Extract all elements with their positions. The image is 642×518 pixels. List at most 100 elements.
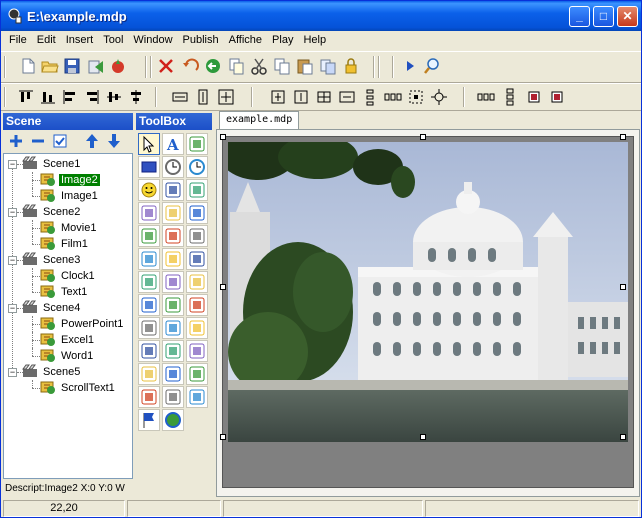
menu-play[interactable]: Play <box>267 31 298 46</box>
word-icon[interactable] <box>162 294 184 316</box>
tree-item-node[interactable]: Clock1 <box>40 268 97 284</box>
send-back-icon[interactable] <box>548 88 566 106</box>
align-right-icon[interactable] <box>83 88 101 106</box>
list-view-icon[interactable] <box>186 363 208 385</box>
align-top-icon[interactable] <box>17 88 35 106</box>
tree-scene-node[interactable]: Scene4 <box>22 300 82 316</box>
browser-icon[interactable] <box>162 248 184 270</box>
stage[interactable] <box>220 134 634 488</box>
spreadsheet-icon[interactable] <box>162 363 184 385</box>
tree-item-node[interactable]: Film1 <box>40 236 90 252</box>
resize-handle[interactable] <box>620 134 626 140</box>
menu-insert[interactable]: Insert <box>61 31 99 46</box>
title-bar[interactable]: E:\example.mdp _ □ ✕ <box>1 1 641 31</box>
rectangle-icon[interactable] <box>138 156 160 178</box>
db-grid-icon[interactable] <box>162 340 184 362</box>
tree-scene-node[interactable]: Scene1 <box>22 156 82 172</box>
picture-icon[interactable] <box>186 202 208 224</box>
clock-icon[interactable] <box>162 156 184 178</box>
arrow-right-icon[interactable] <box>162 386 184 408</box>
menu-publish[interactable]: Publish <box>178 31 224 46</box>
toolbar-grip[interactable] <box>4 87 6 107</box>
tree-item-node[interactable]: Word1 <box>40 348 95 364</box>
menu-window[interactable]: Window <box>128 31 177 46</box>
collapse-toggle[interactable]: − <box>8 304 17 313</box>
lock-icon[interactable] <box>342 57 360 75</box>
tree-item-node[interactable]: Movie1 <box>40 220 98 236</box>
html-icon[interactable] <box>138 248 160 270</box>
tab-example[interactable]: example.mdp <box>219 111 300 129</box>
center-icon[interactable] <box>430 88 448 106</box>
db-stack-icon[interactable] <box>138 340 160 362</box>
disc-icon[interactable] <box>162 271 184 293</box>
align-bottom-icon[interactable] <box>39 88 57 106</box>
resize-handle[interactable] <box>220 284 226 290</box>
smiley-icon[interactable] <box>138 179 160 201</box>
font-icon[interactable] <box>162 179 184 201</box>
db-table-icon[interactable] <box>186 317 208 339</box>
tree-item-node[interactable]: Image2 <box>40 172 100 188</box>
collapse-toggle[interactable]: − <box>8 160 17 169</box>
clipboard-icon[interactable] <box>319 57 337 75</box>
bring-forward-icon[interactable] <box>269 88 287 106</box>
grid-icon[interactable] <box>138 294 160 316</box>
flash-icon[interactable] <box>162 225 184 247</box>
align-center-h-icon[interactable] <box>127 88 145 106</box>
collapse-toggle[interactable]: − <box>8 368 17 377</box>
pointer-icon[interactable] <box>138 133 160 155</box>
paste-icon[interactable] <box>296 57 314 75</box>
menu-file[interactable]: File <box>4 31 32 46</box>
same-size-icon[interactable] <box>217 88 235 106</box>
tree-item-node[interactable]: ScrollText1 <box>40 380 117 396</box>
menu-edit[interactable]: Edit <box>32 31 61 46</box>
clipboard-icon[interactable] <box>138 386 160 408</box>
resize-handle[interactable] <box>420 134 426 140</box>
align-center-v-icon[interactable] <box>105 88 123 106</box>
add-icon[interactable] <box>7 132 25 150</box>
powerpoint-icon[interactable] <box>138 317 160 339</box>
scene-tree[interactable]: − Scene1 Image2 Image1 − Scene2 Movie1 Film1 − Sc… <box>3 153 133 479</box>
delete-icon[interactable] <box>157 57 175 75</box>
film-icon[interactable] <box>138 271 160 293</box>
image-icon[interactable] <box>186 133 208 155</box>
undo-icon[interactable] <box>181 57 199 75</box>
minimize-button[interactable]: _ <box>569 6 590 27</box>
paste-special-icon[interactable] <box>204 57 222 75</box>
distribute-v-icon[interactable] <box>501 88 519 106</box>
pencil-icon[interactable] <box>138 363 160 385</box>
tree-scene-node[interactable]: Scene2 <box>22 204 82 220</box>
tree-item-node[interactable]: Image1 <box>40 188 100 204</box>
table-icon[interactable] <box>186 179 208 201</box>
check-icon[interactable] <box>51 132 69 150</box>
fit-icon[interactable] <box>407 88 425 106</box>
shapes-icon[interactable] <box>138 225 160 247</box>
menu-affiche[interactable]: Affiche <box>224 31 267 46</box>
image-element[interactable] <box>228 142 628 442</box>
space-v-icon[interactable] <box>361 88 379 106</box>
globe-icon[interactable] <box>162 409 184 431</box>
preview-icon[interactable] <box>423 57 441 75</box>
group-icon[interactable] <box>315 88 333 106</box>
timer-icon[interactable] <box>186 156 208 178</box>
menu-help[interactable]: Help <box>298 31 331 46</box>
resize-handle[interactable] <box>420 434 426 440</box>
page-icon[interactable] <box>162 202 184 224</box>
send-backward-icon[interactable] <box>292 88 310 106</box>
align-left-icon[interactable] <box>61 88 79 106</box>
menu-tool[interactable]: Tool <box>98 31 128 46</box>
resize-handle[interactable] <box>220 134 226 140</box>
open-folder-icon[interactable] <box>41 57 59 75</box>
ungroup-icon[interactable] <box>338 88 356 106</box>
maximize-button[interactable]: □ <box>593 6 614 27</box>
tree-item-node[interactable]: Text1 <box>40 284 89 300</box>
distribute-h-icon[interactable] <box>477 88 495 106</box>
tree-scene-node[interactable]: Scene3 <box>22 252 82 268</box>
resize-handle[interactable] <box>620 434 626 440</box>
database-icon[interactable] <box>162 317 184 339</box>
save-icon[interactable] <box>63 57 81 75</box>
bring-front-icon[interactable] <box>525 88 543 106</box>
resize-handle[interactable] <box>620 284 626 290</box>
remove-icon[interactable] <box>29 132 47 150</box>
publish-icon[interactable] <box>87 57 105 75</box>
clip-icon[interactable] <box>186 386 208 408</box>
